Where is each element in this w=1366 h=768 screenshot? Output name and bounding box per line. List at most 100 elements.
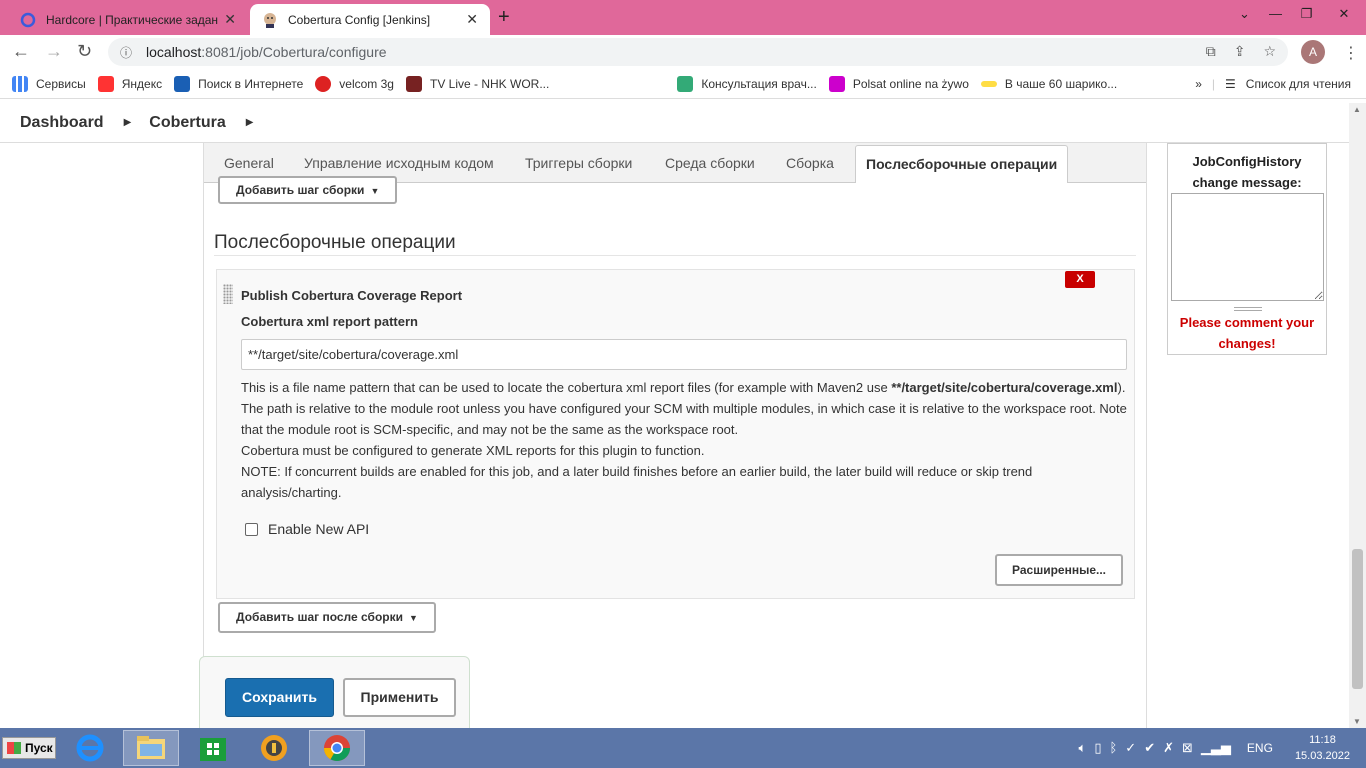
back-icon[interactable]: ← [12,41,30,62]
browser-toolbar: ← → ↻ ⓘ localhost:8081/job/Cobertura/con… [0,35,1366,69]
reading-list-icon[interactable]: ☰ [1225,77,1236,91]
drag-handle-icon[interactable] [223,284,233,304]
resize-grip-icon[interactable] [1234,307,1262,311]
caret-right-icon[interactable]: ▶ [124,117,132,128]
address-bar[interactable]: ⓘ localhost:8081/job/Cobertura/configure [108,38,1288,66]
translate-icon[interactable]: ⧉ [1206,43,1216,60]
taskbar-chrome[interactable] [309,730,365,766]
new-tab-button[interactable]: + [498,6,510,29]
close-tab-icon[interactable]: ✕ [466,11,478,28]
bookmark-nhk[interactable]: TV Live - NHK WOR... [405,75,550,92]
delete-button[interactable]: X [1065,271,1095,288]
reload-icon[interactable]: ↻ [77,41,92,62]
config-form: General Управление исходным кодом Тригге… [199,143,1147,736]
page-scrollbar[interactable]: ▲ ▼ [1349,103,1366,728]
bookmark-doctor[interactable]: Консультация врач... [677,75,817,92]
bookmark-label: Консультация врач... [701,76,817,91]
browser-tab-hardcore[interactable]: Hardcore | Практические задани ✕ [8,4,248,35]
close-tab-icon[interactable]: ✕ [224,11,236,28]
breadcrumb: Dashboard ▶ Cobertura ▶ [0,103,1366,143]
browser-tab-strip: Hardcore | Практические задани ✕ Cobertu… [0,0,1366,35]
browser-tab-title: Cobertura Config [Jenkins] [288,12,431,27]
apply-button[interactable]: Применить [343,678,456,717]
bookmark-yandex[interactable]: Яндекс [97,75,163,92]
browser-menu-icon[interactable]: ⋮ [1343,43,1359,63]
taskbar-keepass[interactable] [246,730,302,766]
save-button[interactable]: Сохранить [225,678,334,717]
change-message-textarea[interactable] [1171,193,1324,301]
warning-line: Please comment your [1179,315,1315,330]
network-adapter-icon[interactable]: ▯ [1094,740,1101,756]
minimize-icon[interactable]: — [1260,0,1291,30]
language-indicator[interactable]: ENG [1247,741,1273,755]
browser-tab-jenkins[interactable]: Cobertura Config [Jenkins] ✕ [250,4,490,35]
bookmarks-right: » | ☰ Список для чтения [1195,77,1351,91]
search-icon [174,75,191,92]
system-tray: 🔈︎ ▯ ᛒ ✓ ✔ ✗ ⊠ ▁▃▅ ENG 11:18 15.03.2022 [1079,728,1366,768]
advanced-button[interactable]: Расширенные... [995,554,1123,586]
taskbar-explorer[interactable] [123,730,179,766]
bookmark-services[interactable]: Сервисы [12,75,86,92]
tools-icon[interactable]: ✗ [1163,740,1174,756]
scroll-up-icon[interactable]: ▲ [1353,105,1361,114]
comment-warning: Please comment your changes! [1168,312,1326,354]
bookmark-label: Яндекс [121,76,163,91]
taskbar-store[interactable] [185,730,241,766]
help-text-line: Cobertura must be configured to generate… [241,443,705,458]
start-label: Пуск [25,741,53,755]
restore-icon[interactable]: ❐ [1291,0,1322,30]
report-pattern-input[interactable] [241,339,1127,370]
tab-search-icon[interactable]: ⌄ [1229,0,1260,30]
antivirus-icon[interactable]: ✔ [1144,740,1155,756]
key-icon [980,80,997,87]
bookmark-velcom[interactable]: velcom 3g [315,75,394,92]
help-text-example: **/target/site/cobertura/coverage.xml [891,380,1118,395]
help-text: This is a file name pattern that can be … [241,377,1131,503]
add-post-build-step-label: Добавить шаг после сборки [236,610,403,624]
bookmark-balls[interactable]: В чаше 60 шарико... [980,76,1118,91]
share-icon[interactable]: ⇪ [1234,43,1246,60]
site-info-icon[interactable]: ⓘ [120,44,132,61]
tab-post-build[interactable]: Послесборочные операции [855,145,1069,183]
help-text-note: NOTE: If concurrent builds are enabled f… [241,464,1033,500]
bookmark-label: В чаше 60 шарико... [1004,76,1118,91]
tab-scm[interactable]: Управление исходным кодом [304,155,494,171]
chrome-icon [323,735,351,762]
scroll-down-icon[interactable]: ▼ [1353,717,1361,726]
profile-avatar[interactable]: A [1301,40,1325,64]
section-title: Послесборочные операции [214,232,456,253]
caret-right-icon[interactable]: ▶ [246,117,254,128]
add-post-build-step-button[interactable]: Добавить шаг после сборки ▼ [218,602,436,633]
bookmark-star-icon[interactable]: ☆ [1263,43,1276,60]
volume-icon[interactable]: 🔈︎ [1079,740,1087,756]
more-bookmarks-button[interactable]: » [1195,77,1202,91]
bookmark-label: TV Live - NHK WOR... [429,76,550,91]
forward-icon[interactable]: → [45,41,63,62]
security-icon[interactable]: ✓ [1125,740,1136,756]
add-build-step-button[interactable]: Добавить шаг сборки ▼ [218,176,398,204]
bookmark-search[interactable]: Поиск в Интернете [174,75,303,92]
reading-list-button[interactable]: Список для чтения [1246,77,1351,91]
start-button[interactable]: Пуск [2,737,56,759]
enable-new-api-checkbox[interactable] [245,522,258,536]
bluetooth-icon[interactable]: ᛒ [1109,740,1117,756]
wifi-signal-icon[interactable]: ▁▃▅ [1201,740,1231,756]
breadcrumb-cobertura[interactable]: Cobertura [149,114,225,132]
tab-triggers[interactable]: Триггеры сборки [525,155,632,171]
network-icon[interactable]: ⊠ [1182,740,1193,756]
enable-new-api-row[interactable]: Enable New API [245,521,369,537]
windows-flag-icon [7,742,21,754]
taskbar-ie[interactable] [62,730,118,766]
bookmark-polsat[interactable]: Polsat online na żywo [828,75,969,92]
nhk-icon [405,75,422,92]
window-close-icon[interactable]: ✕ [1322,0,1366,30]
add-build-step-label: Добавить шаг сборки [236,183,365,197]
bookmark-label: Polsat online na żywo [852,76,969,91]
tab-build-env[interactable]: Среда сборки [665,155,755,171]
breadcrumb-dashboard[interactable]: Dashboard [20,114,104,132]
caret-down-icon: ▼ [370,186,380,196]
tab-build[interactable]: Сборка [786,155,834,171]
scrollbar-thumb[interactable] [1352,549,1363,689]
clock[interactable]: 11:18 15.03.2022 [1295,732,1350,764]
tab-general[interactable]: General [224,155,274,171]
